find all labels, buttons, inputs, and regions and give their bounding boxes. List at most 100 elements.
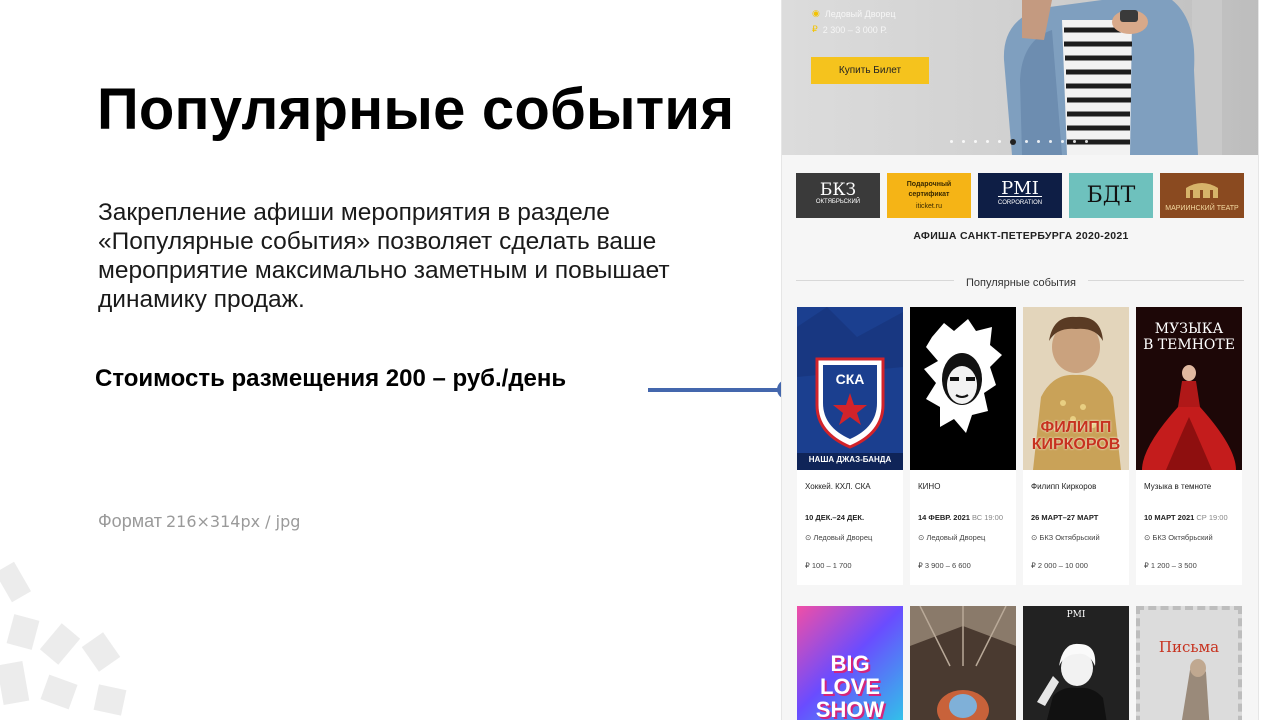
hero-venue-text: Ледовый Дворец <box>824 8 896 19</box>
ruble-icon: ₽ <box>918 561 923 570</box>
event-date: 14 ФЕВР. 2021 ВС 19:00 <box>918 513 1003 522</box>
event-price: ₽ 3 900 – 6 600 <box>918 561 971 570</box>
event-date: 10 ДЕК.–24 ДЕК. <box>805 513 866 522</box>
location-pin-icon: ◉ <box>812 8 820 18</box>
popular-events-grid: СКА НАША ДЖАЗ-БАНДА Хоккей. КХЛ. СКА 10 … <box>797 307 1242 585</box>
event-poster[interactable]: PMI <box>1023 606 1129 720</box>
carousel-dot[interactable] <box>1073 140 1076 143</box>
hero-venue: ◉ Ледовый Дворец <box>812 8 896 19</box>
event-poster[interactable]: BIG LOVE SHOW <box>797 606 903 720</box>
event-poster[interactable] <box>910 606 1016 720</box>
partner-name: БКЗ <box>819 179 857 200</box>
event-poster[interactable] <box>910 307 1016 470</box>
location-pin-icon: ⊙ <box>918 533 925 542</box>
event-venue-text: Ледовый Дворец <box>926 533 986 542</box>
decorative-ticket-shapes <box>0 561 127 716</box>
partner-gift-certificate-logo[interactable]: Подарочный сертификат iticket.ru <box>887 173 971 218</box>
event-title[interactable]: Музыка в темноте <box>1144 482 1211 491</box>
event-card[interactable]: МУЗЫКА В ТЕМНОТЕ Музыка в темноте 10 МАР… <box>1136 307 1242 585</box>
ruble-icon: ₽ <box>812 24 818 34</box>
carousel-dot[interactable] <box>998 140 1001 143</box>
event-title[interactable]: КИНО <box>918 482 940 491</box>
poster-caption: КИРКОРОВ <box>1031 436 1121 453</box>
event-date: 26 МАРТ–27 МАРТ <box>1031 513 1100 522</box>
event-title[interactable]: Филипп Киркоров <box>1031 482 1096 491</box>
event-poster[interactable]: МУЗЫКА В ТЕМНОТЕ <box>1136 307 1242 470</box>
event-weekday: СР 19:00 <box>1196 513 1228 522</box>
placement-price: Стоимость размещения 200 – руб./день <box>95 365 567 392</box>
carousel-dot[interactable] <box>986 140 989 143</box>
location-pin-icon: ⊙ <box>805 533 812 542</box>
ruble-icon: ₽ <box>805 561 810 570</box>
partner-name: PMI <box>1001 177 1039 199</box>
slide-description: Закрепление афиши мероприятия в разделе … <box>98 199 670 313</box>
carousel-dots[interactable] <box>950 139 1088 145</box>
location-pin-icon: ⊙ <box>1144 533 1151 542</box>
carousel-dot[interactable] <box>1049 140 1052 143</box>
event-poster[interactable]: СКА НАША ДЖАЗ-БАНДА <box>797 307 903 470</box>
hero-price: ₽ 2 300 – 3 000 Р. <box>812 24 887 35</box>
carousel-dot[interactable] <box>950 140 953 143</box>
event-price-text: 1 200 – 3 500 <box>1150 561 1197 570</box>
event-card[interactable]: СКА НАША ДЖАЗ-БАНДА Хоккей. КХЛ. СКА 10 … <box>797 307 903 585</box>
website-mockup: ◉ Ледовый Дворец ₽ 2 300 – 3 000 Р. Купи… <box>781 0 1259 720</box>
partner-bkz-logo[interactable]: БКЗ ОКТЯБРЬСКИЙ <box>796 173 880 218</box>
event-title[interactable]: Хоккей. КХЛ. СКА <box>805 482 871 491</box>
event-date-text: 26 МАРТ–27 МАРТ <box>1031 513 1099 522</box>
kino-poster-art <box>910 307 1016 470</box>
partner-bdt-logo[interactable]: БДТ <box>1069 173 1153 218</box>
carousel-dot[interactable] <box>1085 140 1088 143</box>
hero-price-text: 2 300 – 3 000 Р. <box>822 24 888 35</box>
carousel-dot[interactable] <box>962 140 965 143</box>
event-date-text: 14 ФЕВР. 2021 <box>918 513 970 522</box>
poster-title: СКА <box>835 371 865 387</box>
event-price: ₽ 1 200 – 3 500 <box>1144 561 1197 570</box>
section-title-text: Популярные события <box>954 277 1088 289</box>
event-date-text: 10 МАРТ 2021 <box>1144 513 1195 522</box>
event-price-text: 3 900 – 6 600 <box>924 561 971 570</box>
ruble-icon: ₽ <box>1031 561 1036 570</box>
partner-sub: ОКТЯБРЬСКИЙ <box>815 198 861 205</box>
hero-banner[interactable]: ◉ Ледовый Дворец ₽ 2 300 – 3 000 Р. Купи… <box>782 0 1258 155</box>
event-card[interactable]: ФИЛИПП КИРКОРОВ Филипп Киркоров 26 МАРТ–… <box>1023 307 1129 585</box>
event-price-text: 100 – 1 700 <box>811 561 852 570</box>
poster-caption: НАША ДЖАЗ-БАНДА <box>808 455 892 464</box>
carousel-dot[interactable] <box>1061 140 1064 143</box>
carousel-dot[interactable] <box>1025 140 1028 143</box>
partner-sub: МАРИИНСКИЙ ТЕАТР <box>1165 204 1239 212</box>
ska-poster-art <box>797 307 903 470</box>
letters-poster-art <box>1181 659 1210 720</box>
event-venue: ⊙ Ледовый Дворец <box>805 533 872 542</box>
event-price-text: 2 000 – 10 000 <box>1037 561 1088 570</box>
event-weekday: ВС 19:00 <box>971 513 1004 522</box>
pmi-concert-poster-art <box>1023 606 1129 720</box>
poster-title: ФИЛИПП <box>1040 419 1112 436</box>
event-poster[interactable]: ФИЛИПП КИРКОРОВ <box>1023 307 1129 470</box>
event-price: ₽ 2 000 – 10 000 <box>1031 561 1088 570</box>
event-venue: ⊙ БКЗ Октябрьский <box>1144 533 1213 542</box>
partner-sub: CORPORATION <box>997 195 1043 208</box>
partner-mariinsky-logo[interactable]: МАРИИНСКИЙ ТЕАТР <box>1160 173 1244 218</box>
partner-pmi-logo[interactable]: PMI CORPORATION <box>978 173 1062 218</box>
event-venue-text: БКЗ Октябрьский <box>1152 533 1213 542</box>
location-pin-icon: ⊙ <box>1031 533 1038 542</box>
carousel-dot[interactable] <box>974 140 977 143</box>
partner-name: Подарочный сертификат <box>906 180 952 198</box>
event-date: 10 МАРТ 2021 СР 19:00 <box>1144 513 1228 522</box>
carousel-dot[interactable] <box>1037 140 1040 143</box>
event-venue-text: Ледовый Дворец <box>813 533 873 542</box>
event-card[interactable]: КИНО 14 ФЕВР. 2021 ВС 19:00 ⊙ Ледовый Дво… <box>910 307 1016 585</box>
section-title: Популярные события <box>782 273 1258 291</box>
mariinsky-emblem-icon <box>1185 182 1218 198</box>
partner-sub: iticket.ru <box>915 202 943 210</box>
buy-ticket-button[interactable]: Купить Билет <box>811 57 929 84</box>
ruble-icon: ₽ <box>1144 561 1149 570</box>
event-poster[interactable]: Письма <box>1136 606 1242 720</box>
connector-line <box>648 388 780 392</box>
event-venue: ⊙ Ледовый Дворец <box>918 533 985 542</box>
carousel-dot[interactable] <box>1010 139 1016 145</box>
poster-title: PMI <box>1066 610 1086 620</box>
site-heading: АФИША САНКТ-ПЕТЕРБУРГА 2020-2021 <box>913 230 1129 242</box>
poster-title: BIG LOVE SHOW <box>815 651 885 720</box>
format-label: Формат <box>98 511 162 531</box>
